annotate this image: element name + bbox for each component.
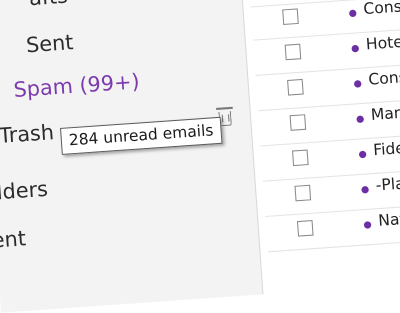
sender-name: Fidelity (372, 136, 400, 160)
sender-name: -Platinu (375, 171, 400, 195)
sender-name: Consu (367, 66, 400, 89)
checkbox-icon[interactable] (296, 220, 314, 237)
folder-spam[interactable]: Spam (99+) (13, 69, 141, 103)
unread-dot-icon (358, 150, 367, 159)
unread-dot-icon (356, 115, 365, 124)
checkbox-icon[interactable] (282, 8, 299, 26)
folder-folders[interactable]: lders (0, 176, 49, 204)
checkbox-icon[interactable] (289, 114, 307, 131)
unread-dot-icon (348, 9, 357, 18)
sender-name: Maria (370, 102, 400, 125)
unread-dot-icon (361, 185, 370, 194)
unread-dot-icon (351, 44, 360, 53)
folder-drafts[interactable]: afts (28, 0, 68, 10)
unread-dot-icon (353, 80, 362, 88)
checkbox-icon[interactable] (287, 78, 304, 96)
sender-name: Nation (377, 207, 400, 230)
folder-trash[interactable]: Trash (0, 119, 55, 148)
folder-sent[interactable]: Sent (25, 29, 74, 57)
checkbox-icon[interactable] (294, 184, 312, 202)
checkbox-icon[interactable] (284, 43, 302, 61)
sender-name: Hotel (365, 32, 400, 54)
folder-recent[interactable]: ent (0, 226, 27, 253)
folder-sidebar: afts Sent Spam (99+) Trash lders ent (0, 0, 263, 313)
checkbox-icon[interactable] (292, 149, 309, 167)
unread-dot-icon (363, 221, 372, 229)
sender-name: Consu (362, 0, 400, 19)
